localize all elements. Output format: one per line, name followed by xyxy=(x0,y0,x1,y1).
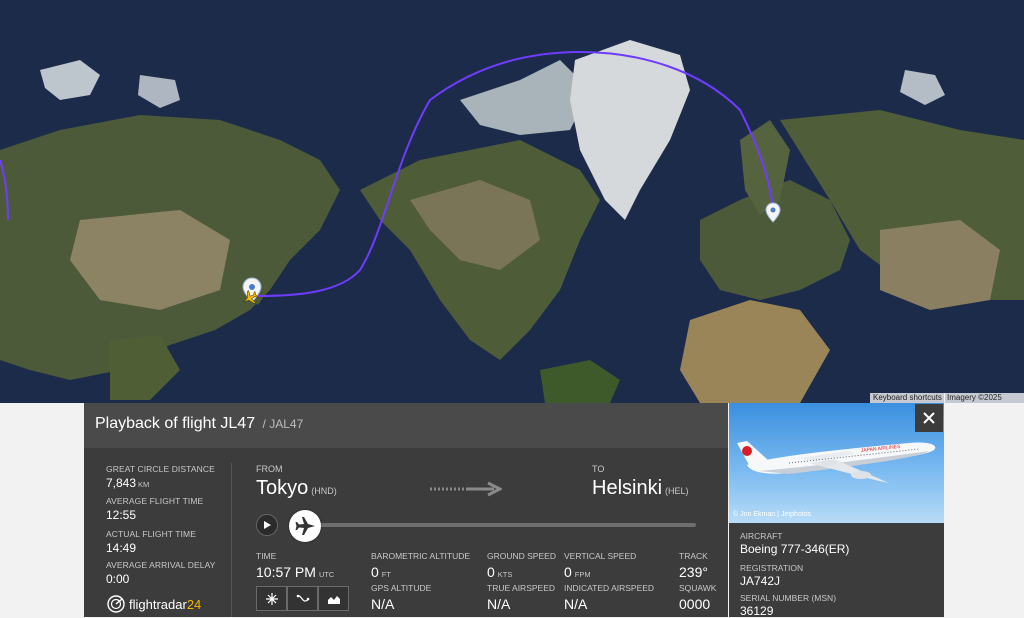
origin-city: Tokyo (HND) xyxy=(256,477,337,500)
baro-altitude-label: BAROMETRIC ALTITUDE xyxy=(371,551,471,561)
gps-altitude-value: N/A xyxy=(371,596,395,612)
time-unit: UTC xyxy=(318,570,335,579)
stat-delay-label: AVERAGE ARRIVAL DELAY xyxy=(106,560,216,570)
aircraft-type-value: Boeing 777-346(ER) xyxy=(740,542,850,556)
aircraft-type-label: AIRCRAFT xyxy=(740,531,783,541)
ground-speed-number: 0 xyxy=(487,564,495,580)
origin-code: (HND) xyxy=(311,486,337,496)
play-icon xyxy=(264,521,271,529)
playback-scrubber-handle[interactable] xyxy=(289,510,321,542)
true-airspeed-value: N/A xyxy=(487,596,511,612)
route-view-button[interactable] xyxy=(287,586,318,611)
serial-number-value: 36129 xyxy=(740,604,774,618)
flightradar24-logo[interactable]: flightradar 24 xyxy=(107,595,201,613)
indicated-airspeed-field: INDICATED AIRSPEED N/A xyxy=(564,583,654,612)
center-aircraft-button[interactable] xyxy=(256,586,287,611)
indicated-airspeed-value: N/A xyxy=(564,596,588,612)
close-icon xyxy=(923,412,935,424)
distance-number: 7,843 xyxy=(106,476,137,490)
aircraft-panel: JAPAN AIRLINES © Jon Ekman | Jetphotos A… xyxy=(729,403,944,618)
callsign: / JAL47 xyxy=(262,417,304,431)
time-number: 10:57 PM xyxy=(256,564,316,580)
stat-actual-time: ACTUAL FLIGHT TIME 14:49 xyxy=(106,529,196,555)
stat-actual-time-value: 14:49 xyxy=(106,541,137,555)
track-value: 239° xyxy=(679,564,708,580)
registration-value: JA742J xyxy=(740,574,781,588)
destination-code: (HEL) xyxy=(665,486,689,496)
panel-header: Playback of flight JL47 / JAL47 xyxy=(84,403,728,448)
gps-altitude-field: GPS ALTITUDE N/A xyxy=(371,583,431,612)
stat-actual-time-label: ACTUAL FLIGHT TIME xyxy=(106,529,196,539)
baro-altitude-number: 0 xyxy=(371,564,379,580)
ground-speed-value: 0 KTS xyxy=(487,564,556,580)
serial-number-field: SERIAL NUMBER (MSN) 36129 xyxy=(740,593,836,618)
stat-distance: GREAT CIRCLE DISTANCE 7,843 KM xyxy=(106,464,215,490)
destination-city-name: Helsinki xyxy=(592,477,663,499)
baro-altitude-unit: FT xyxy=(381,570,391,579)
aircraft-photo[interactable]: JAPAN AIRLINES © Jon Ekman | Jetphotos xyxy=(729,403,944,523)
flight-map[interactable]: Keyboard shortcuts Imagery ©2025 NASA xyxy=(0,0,1024,403)
vertical-speed-label: VERTICAL SPEED xyxy=(564,551,637,561)
gps-altitude-label: GPS ALTITUDE xyxy=(371,583,432,593)
keyboard-shortcuts-link[interactable]: Keyboard shortcuts xyxy=(870,393,945,403)
serial-number-label: SERIAL NUMBER (MSN) xyxy=(740,593,837,603)
destination-city: Helsinki (HEL) xyxy=(592,477,689,500)
squawk-label: SQUAWK xyxy=(679,583,717,593)
view-controls xyxy=(256,586,349,611)
squawk-value: 0000 xyxy=(679,596,711,612)
altitude-graph-button[interactable] xyxy=(318,586,349,611)
time-label: TIME xyxy=(256,551,277,561)
squawk-field: SQUAWK 0000 xyxy=(679,583,716,612)
time-field: TIME 10:57 PM UTC xyxy=(256,551,334,580)
radar-icon xyxy=(107,595,125,613)
from-label: FROM xyxy=(256,464,283,474)
logo-text: flightradar xyxy=(129,596,187,612)
time-value: 10:57 PM UTC xyxy=(256,564,334,580)
registration-label: REGISTRATION xyxy=(740,563,804,573)
playback-progress-track[interactable] xyxy=(299,523,696,527)
true-airspeed-label: TRUE AIRSPEED xyxy=(487,583,556,593)
center-aircraft-icon xyxy=(265,592,278,605)
panel-title: Playback of flight JL47 / JAL47 xyxy=(95,415,303,433)
logo-text-accent: 24 xyxy=(186,596,202,612)
registration-field: REGISTRATION JA742J xyxy=(740,563,803,588)
play-button[interactable] xyxy=(256,514,278,536)
true-airspeed-field: TRUE AIRSPEED N/A xyxy=(487,583,555,612)
track-field: TRACK 239° xyxy=(679,551,708,580)
aircraft-type-field: AIRCRAFT Boeing 777-346(ER) xyxy=(740,531,849,556)
vertical-speed-number: 0 xyxy=(564,564,572,580)
vertical-speed-field: VERTICAL SPEED 0 FPM xyxy=(564,551,636,580)
ground-speed-field: GROUND SPEED 0 KTS xyxy=(487,551,556,580)
photo-credit[interactable]: © Jon Ekman | Jetphotos xyxy=(733,511,811,518)
distance-unit: KM xyxy=(138,480,150,489)
stat-delay-value: 0:00 xyxy=(106,572,130,586)
vertical-speed-value: 0 FPM xyxy=(564,564,636,580)
stat-avg-time: AVERAGE FLIGHT TIME 12:55 xyxy=(106,496,203,522)
stat-distance-value: 7,843 KM xyxy=(106,476,215,490)
indicated-airspeed-label: INDICATED AIRSPEED xyxy=(564,583,655,593)
origin-city-name: Tokyo xyxy=(256,477,309,499)
route-icon xyxy=(296,594,309,602)
baro-altitude-value: 0 FT xyxy=(371,564,470,580)
stat-avg-time-label: AVERAGE FLIGHT TIME xyxy=(106,496,204,506)
aircraft-photo-image: JAPAN AIRLINES xyxy=(737,441,936,483)
map-canvas[interactable] xyxy=(0,0,1024,403)
stat-delay: AVERAGE ARRIVAL DELAY 0:00 xyxy=(106,560,216,586)
divider xyxy=(231,463,232,617)
ground-speed-label: GROUND SPEED xyxy=(487,551,556,561)
altitude-graph-icon xyxy=(327,595,340,604)
stat-distance-label: GREAT CIRCLE DISTANCE xyxy=(106,464,215,474)
ground-speed-unit: KTS xyxy=(497,570,513,579)
flight-title: Playback of flight JL47 xyxy=(95,415,256,432)
vertical-speed-unit: FPM xyxy=(574,570,591,579)
airplane-icon xyxy=(295,517,315,535)
baro-altitude-field: BAROMETRIC ALTITUDE 0 FT xyxy=(371,551,470,580)
close-button[interactable] xyxy=(915,404,943,432)
stat-avg-time-value: 12:55 xyxy=(106,508,137,522)
to-label: TO xyxy=(592,464,605,474)
route-arrow-icon xyxy=(430,481,502,497)
track-label: TRACK xyxy=(679,551,708,561)
imagery-credit: Imagery ©2025 NASA xyxy=(944,393,1024,403)
playback-panel: Playback of flight JL47 / JAL47 GREAT CI… xyxy=(84,403,728,617)
